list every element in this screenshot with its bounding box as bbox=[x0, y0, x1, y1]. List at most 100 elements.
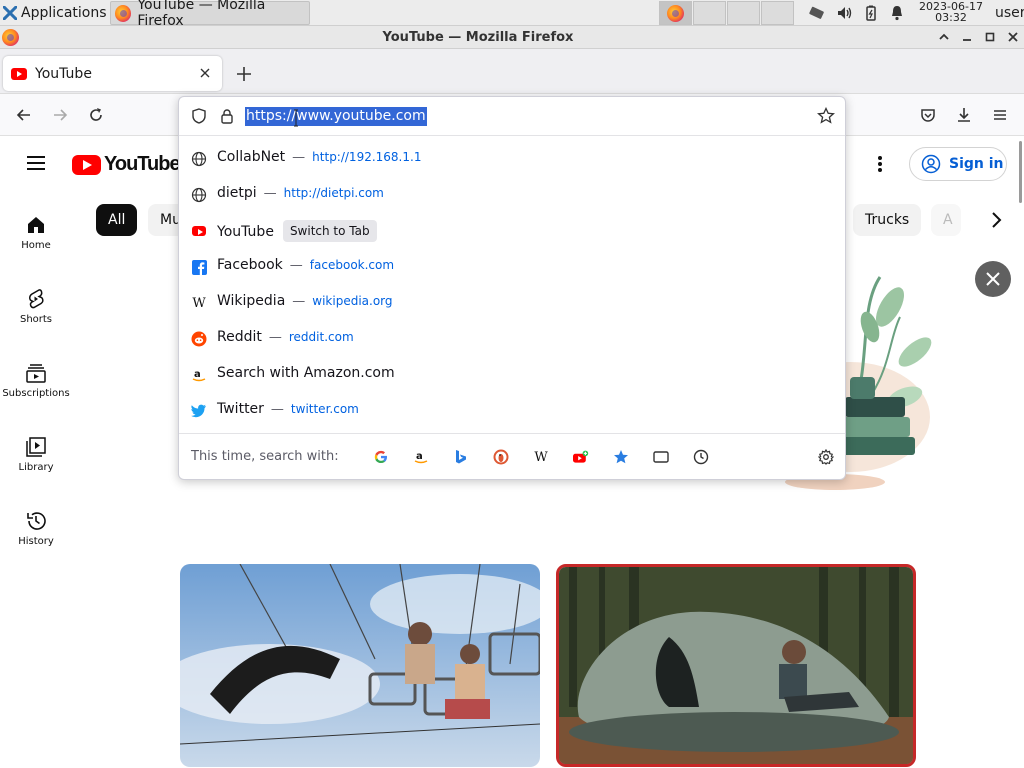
suggestion-url: facebook.com bbox=[309, 258, 395, 272]
pocket-button[interactable] bbox=[918, 105, 938, 125]
tracking-protection-icon[interactable] bbox=[190, 107, 208, 125]
lock-icon[interactable] bbox=[218, 107, 236, 125]
guide-item-history[interactable]: History bbox=[0, 503, 72, 563]
notification-bell-icon[interactable] bbox=[888, 4, 906, 22]
reload-button[interactable] bbox=[86, 105, 106, 125]
video-thumbnail[interactable] bbox=[556, 564, 916, 767]
youtube-logo-icon bbox=[72, 154, 101, 175]
account-icon bbox=[921, 154, 941, 174]
url-bar[interactable]: https://www.youtube.com bbox=[179, 97, 845, 136]
url-suggestion[interactable]: W Wikipedia — wikipedia.org bbox=[179, 285, 845, 321]
chip-trucks[interactable]: Trucks bbox=[853, 204, 922, 236]
firefox-icon bbox=[667, 5, 684, 22]
duckduckgo-icon[interactable] bbox=[493, 449, 509, 465]
search-settings-gear-icon[interactable] bbox=[818, 449, 834, 465]
new-tab-icon[interactable] bbox=[234, 64, 254, 84]
shorts-icon bbox=[29, 289, 44, 309]
applications-menu[interactable]: Applications ⁝ bbox=[3, 3, 114, 23]
history-icon bbox=[27, 512, 46, 530]
subscriptions-icon bbox=[26, 364, 46, 383]
window-close-button[interactable] bbox=[1005, 29, 1021, 45]
chip-all[interactable]: All bbox=[96, 204, 138, 236]
video-thumbnail[interactable] bbox=[180, 564, 540, 767]
scrollbar-thumb[interactable] bbox=[1019, 141, 1022, 203]
guide-item-home[interactable]: Home bbox=[0, 207, 72, 267]
suggestion-title: Facebook bbox=[217, 257, 283, 273]
more-options-icon[interactable] bbox=[876, 155, 884, 173]
sign-in-label: Sign in bbox=[949, 156, 1004, 172]
amazon-icon[interactable]: a bbox=[413, 449, 429, 465]
url-suggestion[interactable]: Facebook — facebook.com bbox=[179, 249, 845, 285]
guide-menu-icon[interactable] bbox=[26, 155, 46, 171]
text-cursor-icon bbox=[294, 109, 298, 127]
chevron-right-icon[interactable] bbox=[985, 209, 1007, 231]
suggestion-title: dietpi bbox=[217, 185, 257, 201]
bookmarks-icon[interactable] bbox=[613, 449, 629, 465]
suggestion-separator: — bbox=[289, 258, 303, 273]
suggestion-title: Search with Amazon.com bbox=[217, 365, 395, 381]
url-input[interactable]: https://www.youtube.com bbox=[245, 107, 427, 126]
page-scrollbar[interactable] bbox=[1016, 137, 1024, 768]
downloads-button[interactable] bbox=[954, 105, 974, 125]
arrow-left-icon bbox=[16, 109, 30, 121]
guide-label: Library bbox=[18, 462, 54, 473]
window-shade-button[interactable] bbox=[936, 29, 952, 45]
url-suggestion[interactable]: YouTube Switch to Tab bbox=[179, 213, 845, 249]
taskbar-window-button[interactable]: YouTube — Mozilla Firefox bbox=[110, 0, 310, 29]
suggestion-title: Wikipedia bbox=[217, 293, 286, 309]
taskbar-window-label: YouTube — Mozilla Firefox bbox=[137, 0, 266, 29]
window-title: YouTube — Mozilla Firefox bbox=[382, 30, 574, 45]
url-suggestion[interactable]: dietpi — http://dietpi.com bbox=[179, 177, 845, 213]
workspace-4[interactable] bbox=[761, 1, 794, 25]
clock[interactable]: 2023-06-17 03:32 bbox=[916, 1, 986, 23]
workspace-1[interactable] bbox=[659, 1, 692, 25]
tabs-icon[interactable] bbox=[653, 449, 669, 465]
url-suggestion[interactable]: Reddit — reddit.com bbox=[179, 321, 845, 357]
wikipedia-icon[interactable]: W bbox=[533, 449, 549, 465]
youtube-add-icon[interactable] bbox=[573, 449, 589, 465]
bing-icon[interactable] bbox=[453, 449, 469, 465]
applications-label: Applications bbox=[21, 5, 107, 21]
guide-label: Home bbox=[21, 240, 51, 251]
suggestion-separator: — bbox=[292, 294, 306, 309]
suggestion-url: http://192.168.1.1 bbox=[312, 150, 422, 164]
guide-item-subscriptions[interactable]: Subscriptions bbox=[0, 355, 72, 415]
history-icon[interactable] bbox=[693, 449, 709, 465]
suggestion-url: wikipedia.org bbox=[312, 294, 393, 308]
youtube-icon bbox=[191, 223, 207, 239]
url-suggestion[interactable]: Twitter — twitter.com bbox=[179, 393, 845, 429]
volume-icon[interactable] bbox=[836, 4, 854, 22]
forward-button[interactable] bbox=[50, 105, 70, 125]
guide-item-library[interactable]: Library bbox=[0, 429, 72, 489]
close-tab-icon[interactable] bbox=[198, 66, 212, 80]
amazon-icon: a bbox=[191, 367, 207, 383]
workspace-3[interactable] bbox=[727, 1, 760, 25]
battery-icon[interactable] bbox=[862, 4, 880, 22]
youtube-logo[interactable]: YouTube bbox=[72, 153, 181, 176]
url-suggestion[interactable]: CollabNet — http://192.168.1.1 bbox=[179, 141, 845, 177]
bookmark-star-icon[interactable] bbox=[817, 107, 835, 125]
window-maximize-button[interactable] bbox=[982, 29, 998, 45]
back-button[interactable] bbox=[14, 105, 34, 125]
svg-text:a: a bbox=[194, 369, 201, 380]
guide-label: History bbox=[18, 536, 54, 547]
dismiss-banner-button[interactable] bbox=[975, 261, 1011, 297]
suggestion-title: CollabNet bbox=[217, 149, 286, 165]
twitter-icon bbox=[191, 403, 207, 419]
chip-partial[interactable]: A bbox=[931, 204, 961, 236]
close-icon bbox=[986, 272, 1000, 286]
google-icon[interactable] bbox=[373, 449, 389, 465]
workspace-2[interactable] bbox=[693, 1, 726, 25]
menu-button[interactable] bbox=[990, 105, 1010, 125]
sign-in-button[interactable]: Sign in bbox=[909, 147, 1007, 181]
switch-to-tab-button[interactable]: Switch to Tab bbox=[282, 220, 377, 242]
globe-icon bbox=[191, 187, 207, 203]
suggestion-separator: — bbox=[292, 150, 306, 165]
url-suggestion[interactable]: a Search with Amazon.com bbox=[179, 357, 845, 393]
guide-label: Shorts bbox=[19, 314, 53, 325]
user-menu[interactable]: user bbox=[995, 5, 1024, 21]
window-minimize-button[interactable] bbox=[959, 29, 975, 45]
guide-item-shorts[interactable]: Shorts bbox=[0, 281, 72, 341]
network-icon[interactable] bbox=[808, 4, 826, 22]
tab-youtube[interactable]: YouTube bbox=[3, 56, 222, 91]
